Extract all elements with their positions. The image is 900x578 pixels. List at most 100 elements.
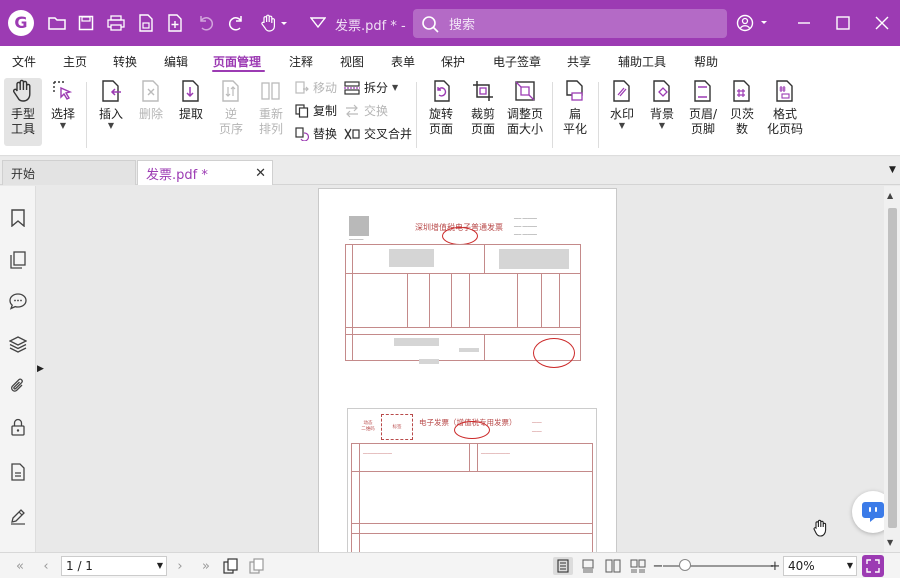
fit-to-window-button[interactable]: [862, 555, 884, 577]
copy-button[interactable]: 复制: [295, 102, 337, 119]
insert-button[interactable]: 插入 ▼: [97, 78, 125, 130]
continuous-facing-layout-icon[interactable]: [630, 558, 646, 574]
cross-merge-button[interactable]: 交叉合并: [344, 125, 412, 142]
signature-pen-icon[interactable]: [8, 506, 28, 526]
zoom-level-field[interactable]: 40% ▼: [783, 556, 857, 576]
customize-toolbar-icon[interactable]: [306, 11, 330, 35]
page-thumbnails-icon[interactable]: [8, 250, 28, 270]
table-divider: [517, 273, 518, 327]
swap-button[interactable]: 交换: [344, 102, 388, 119]
zoom-level-value: 40%: [788, 559, 815, 573]
background-button[interactable]: 背景 ▼: [648, 78, 676, 130]
tab-list-dropdown-icon[interactable]: ▼: [889, 165, 896, 175]
tab-home[interactable]: 开始: [2, 160, 136, 185]
scrollbar-thumb[interactable]: [888, 208, 897, 528]
delete-button[interactable]: 删除: [138, 78, 164, 122]
minimize-icon[interactable]: [792, 11, 816, 35]
rearrange-button[interactable]: 重新 排列: [258, 78, 284, 137]
bates-button[interactable]: 贝茨 数: [728, 78, 756, 137]
security-lock-icon[interactable]: [8, 417, 28, 437]
bookmark-icon[interactable]: [8, 208, 28, 228]
resize-page-button[interactable]: 调整页 面大小: [506, 78, 544, 137]
open-folder-icon[interactable]: [45, 11, 69, 35]
background-icon: [649, 78, 675, 104]
replace-button[interactable]: 替换: [295, 125, 337, 142]
reverse-order-button[interactable]: 逆 页序: [218, 78, 244, 137]
page-document-icon[interactable]: [8, 462, 28, 482]
previous-page-icon[interactable]: ‹: [38, 558, 54, 574]
facing-layout-icon[interactable]: [605, 558, 621, 574]
menu-file[interactable]: 文件: [12, 53, 36, 70]
select-dropdown-icon: ▼: [59, 121, 67, 130]
header-footer-icon: [690, 78, 716, 104]
move-button[interactable]: 移动: [295, 79, 337, 96]
flatten-button[interactable]: 扁 平化: [560, 78, 590, 137]
single-page-view-icon[interactable]: [223, 558, 239, 574]
layers-icon[interactable]: [8, 334, 28, 354]
menu-view[interactable]: 视图: [340, 53, 364, 70]
print-icon[interactable]: [104, 11, 128, 35]
select-button[interactable]: 选择 ▼: [50, 78, 76, 130]
extract-button[interactable]: 提取: [178, 78, 204, 122]
vertical-scrollbar[interactable]: ▲ ▼: [884, 186, 900, 552]
menu-home[interactable]: 主页: [63, 53, 87, 70]
undo-icon[interactable]: [194, 11, 218, 35]
comments-icon[interactable]: [8, 291, 28, 311]
zoom-in-icon[interactable]: +: [767, 558, 783, 574]
menu-edit[interactable]: 编辑: [164, 53, 188, 70]
hand-tool-label-1: 手型: [10, 107, 35, 121]
menu-protect[interactable]: 保护: [441, 53, 465, 70]
search-box[interactable]: 搜索: [413, 9, 727, 38]
menu-help[interactable]: 帮助: [694, 53, 718, 70]
menu-comment[interactable]: 注释: [289, 53, 313, 70]
menu-accessibility[interactable]: 辅助工具: [618, 53, 666, 70]
rotate-page-icon: [428, 78, 454, 104]
first-page-icon[interactable]: «: [12, 558, 28, 574]
scroll-down-icon[interactable]: ▼: [887, 538, 893, 547]
delete-label: 删除: [138, 107, 163, 121]
bates-number-icon: [729, 78, 755, 104]
single-page-layout-icon[interactable]: [553, 557, 573, 575]
new-document-icon[interactable]: [163, 11, 187, 35]
watermark-button[interactable]: 水印 ▼: [608, 78, 636, 130]
redo-icon[interactable]: [224, 11, 248, 35]
menu-page-management[interactable]: 页面管理: [213, 53, 261, 70]
table-divider: [469, 443, 470, 471]
menu-form[interactable]: 表单: [391, 53, 415, 70]
split-dropdown-icon: ▼: [392, 82, 399, 92]
menu-convert[interactable]: 转换: [113, 53, 137, 70]
close-tab-icon[interactable]: ✕: [255, 166, 266, 181]
scroll-up-icon[interactable]: ▲: [887, 191, 893, 200]
next-page-icon[interactable]: ›: [172, 558, 188, 574]
tab-document[interactable]: 发票.pdf * ✕: [137, 160, 273, 185]
document-canvas[interactable]: 深圳增值税电子普通发票 ─── ────── ─── ────── ─── ──…: [46, 186, 884, 552]
zoom-slider-thumb[interactable]: [679, 559, 691, 571]
background-label: 背景: [649, 107, 674, 121]
split-button[interactable]: 拆分 ▼: [344, 79, 398, 96]
account-icon[interactable]: [734, 11, 770, 35]
save-icon[interactable]: [74, 11, 98, 35]
table-divider: [469, 273, 470, 327]
maximize-icon[interactable]: [831, 11, 855, 35]
two-page-view-icon[interactable]: [249, 558, 265, 574]
page-number-field[interactable]: 1 / 1 ▼: [61, 556, 167, 576]
menu-share[interactable]: 共享: [567, 53, 591, 70]
page-dropdown-icon[interactable]: ▼: [157, 557, 163, 575]
format-page-number-button[interactable]: 格式 化页码: [766, 78, 804, 137]
crop-page-button[interactable]: 裁剪 页面: [468, 78, 498, 137]
table-divider: [484, 244, 485, 273]
header-footer-button[interactable]: 页眉/ 页脚: [686, 78, 720, 137]
hand-tool-dropdown-icon[interactable]: [256, 11, 292, 35]
new-from-file-icon[interactable]: [134, 11, 158, 35]
last-page-icon[interactable]: »: [198, 558, 214, 574]
background-dropdown-icon: ▼: [658, 121, 666, 130]
sidebar-expand-icon[interactable]: ▶: [37, 364, 45, 374]
separator: [86, 82, 87, 148]
hand-tool-button[interactable]: 手型 工具: [4, 78, 42, 146]
rotate-page-button[interactable]: 旋转 页面: [426, 78, 456, 137]
zoom-dropdown-icon[interactable]: ▼: [847, 557, 853, 575]
close-window-icon[interactable]: [870, 11, 894, 35]
menu-e-signature[interactable]: 电子签章: [493, 53, 541, 70]
continuous-layout-icon[interactable]: [580, 558, 596, 574]
attachment-icon[interactable]: [8, 376, 28, 396]
